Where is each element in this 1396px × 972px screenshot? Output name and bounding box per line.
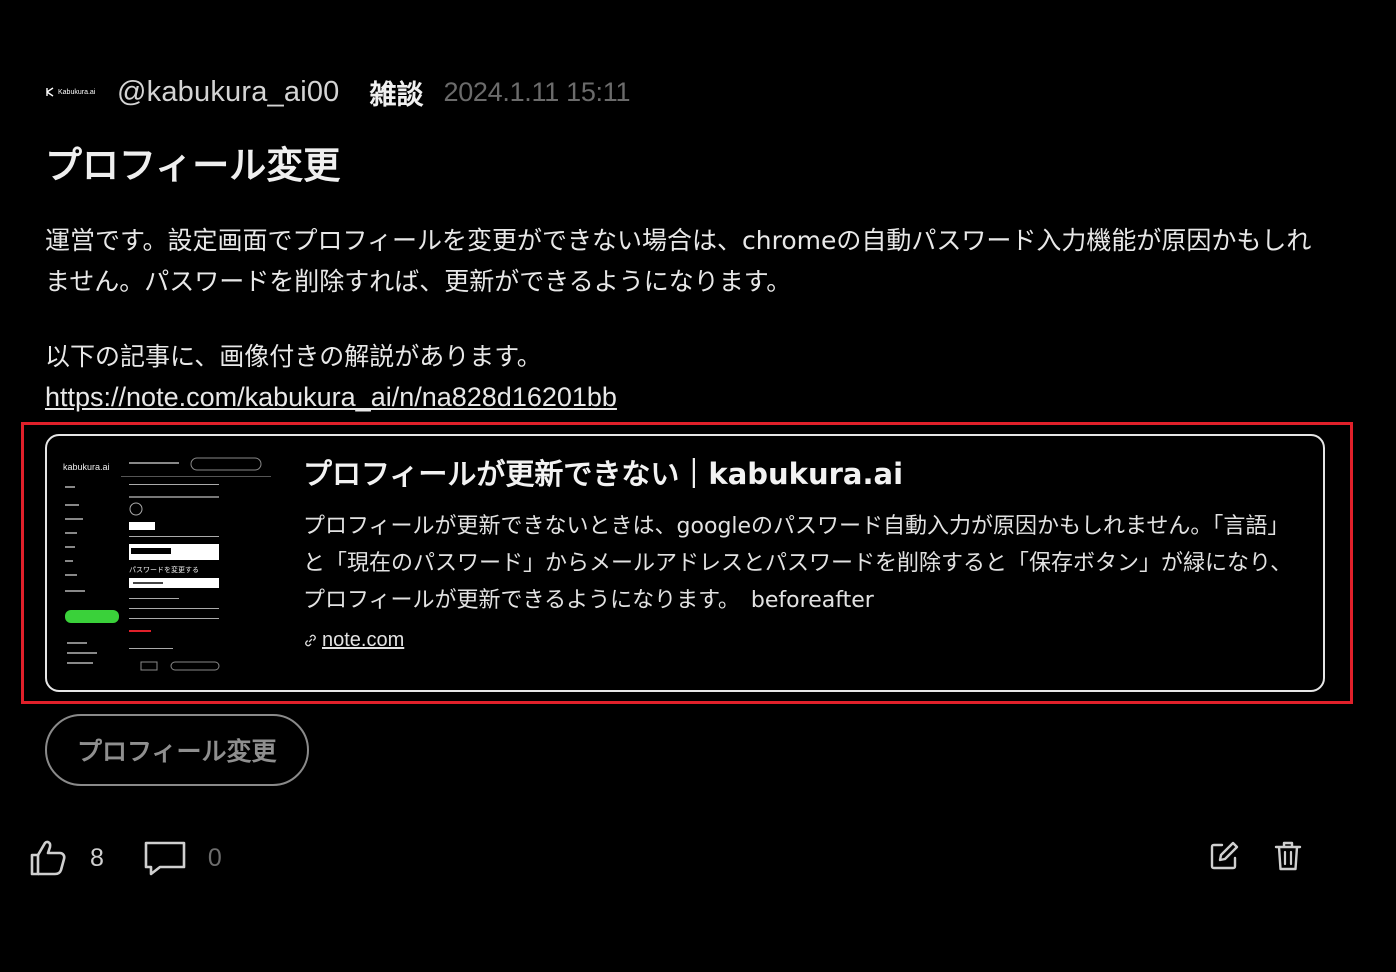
category-label[interactable]: 雑談 — [370, 73, 424, 112]
thumbs-up-icon — [30, 840, 66, 876]
avatar-logo: Kabukura.ai — [45, 87, 95, 97]
tag-chip[interactable]: プロフィール変更 — [45, 714, 309, 786]
comment-group: 0 — [142, 838, 222, 878]
svg-text:kabukura.ai: kabukura.ai — [63, 462, 110, 472]
comment-icon — [144, 841, 186, 876]
reaction-bar: 8 0 — [28, 838, 260, 878]
post-meta: Kabukura.ai @kabukura_ai00 雑談 2024.1.11 … — [45, 70, 630, 114]
post-owner-actions — [1208, 840, 1302, 872]
body-paragraph-1: 運営です。設定画面でプロフィールを変更ができない場合は、chromeの自動パスワ… — [45, 226, 1312, 296]
edit-icon — [1210, 841, 1239, 870]
body-link[interactable]: https://note.com/kabukura_ai/n/na828d162… — [45, 382, 617, 412]
edit-button[interactable] — [1208, 840, 1240, 872]
like-group: 8 — [28, 838, 104, 878]
link-card[interactable]: kabukura.ai パスワードを変更する プロフィールが更新できない｜kab… — [45, 434, 1325, 692]
delete-button[interactable] — [1274, 840, 1302, 872]
like-count: 8 — [90, 843, 104, 872]
post-timestamp: 2024.1.11 15:11 — [443, 76, 631, 107]
avatar-text: Kabukura.ai — [58, 88, 96, 96]
like-button[interactable] — [28, 838, 68, 878]
post-title: プロフィール変更 — [45, 144, 341, 187]
k-logo-icon — [46, 87, 54, 97]
svg-text:パスワードを変更する: パスワードを変更する — [129, 565, 199, 574]
card-domain-text[interactable]: note.com — [322, 629, 404, 652]
post-body: 運営です。設定画面でプロフィールを変更ができない場合は、chromeの自動パスワ… — [45, 220, 1335, 418]
trash-icon — [1274, 841, 1302, 871]
author-handle[interactable]: @kabukura_ai00 — [117, 76, 340, 109]
thumbnail-screenshot: kabukura.ai パスワードを変更する — [61, 452, 271, 674]
link-icon — [305, 634, 316, 647]
comment-count: 0 — [207, 843, 222, 872]
card-thumbnail: kabukura.ai パスワードを変更する — [61, 452, 271, 674]
card-description: プロフィールが更新できないときは、googleのパスワード自動入力が原因かもしれ… — [303, 514, 1293, 613]
card-title[interactable]: プロフィールが更新できない｜kabukura.ai — [303, 454, 1303, 494]
body-paragraph-2: 以下の記事に、画像付きの解説があります。 — [45, 342, 542, 371]
card-content: プロフィールが更新できない｜kabukura.ai プロフィールが更新できないと… — [303, 454, 1303, 652]
card-domain[interactable]: note.com — [303, 629, 1303, 652]
comment-button[interactable] — [142, 838, 188, 878]
avatar[interactable]: Kabukura.ai — [45, 78, 97, 106]
